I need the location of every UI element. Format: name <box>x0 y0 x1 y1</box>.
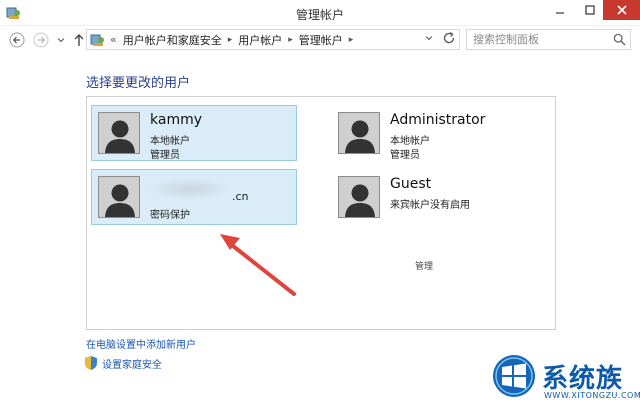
account-tile-kammy[interactable]: kammy 本地帐户 管理员 <box>91 105 297 161</box>
breadcrumb-item[interactable]: 用户帐户和家庭安全 <box>123 32 222 48</box>
window-title: 管理帐户 <box>295 8 344 22</box>
maximize-button[interactable] <box>575 0 605 20</box>
user-avatar-icon <box>338 112 380 154</box>
minimize-button[interactable] <box>545 0 575 20</box>
accounts-panel: kammy 本地帐户 管理员 Administrator 本地帐户 管理员 .c… <box>86 96 556 330</box>
breadcrumb-item[interactable]: 管理帐户 <box>299 32 343 48</box>
family-safety-label: 设置家庭安全 <box>102 359 162 371</box>
navigation-bar: « 用户帐户和家庭安全 ▸ 用户帐户 ▸ 管理帐户 ▸ <box>0 28 640 52</box>
account-type: 本地帐户 <box>150 136 190 147</box>
breadcrumb-chevron-icon[interactable]: ▸ <box>228 35 233 45</box>
watermark-brand: 系统族 <box>542 364 624 394</box>
recent-pages-button[interactable] <box>56 31 66 49</box>
forward-arrow-icon <box>33 32 49 48</box>
account-role: 管理员 <box>390 150 420 161</box>
search-input[interactable] <box>467 30 607 49</box>
maximize-icon <box>585 5 595 15</box>
refresh-button[interactable] <box>441 30 457 46</box>
address-bar[interactable]: « 用户帐户和家庭安全 ▸ 用户帐户 ▸ 管理帐户 ▸ <box>86 29 460 50</box>
watermark-url: WWW.XITONGZU.COM <box>544 391 640 400</box>
address-dropdown-button[interactable] <box>423 29 435 47</box>
user-avatar-icon <box>338 176 380 218</box>
add-user-link[interactable]: 在电脑设置中添加新用户 <box>86 336 196 351</box>
refresh-icon <box>443 31 455 44</box>
account-name: kammy <box>150 112 203 128</box>
account-role: 管理员 <box>150 150 180 161</box>
stray-label: 管理 <box>415 262 434 272</box>
search-box[interactable] <box>466 29 631 50</box>
annotation-arrow-icon <box>220 234 296 296</box>
search-icon[interactable] <box>613 33 626 46</box>
close-button[interactable] <box>603 0 640 20</box>
account-name: Guest <box>390 176 432 192</box>
account-tile-guest[interactable]: Guest 来宾帐户没有启用 <box>331 169 537 225</box>
account-role: 密码保护 <box>150 210 190 221</box>
title-bar: 管理帐户 <box>0 0 640 26</box>
minimize-icon <box>556 12 564 14</box>
user-avatar-icon <box>98 112 140 154</box>
account-type: 本地帐户 <box>390 136 430 147</box>
back-arrow-icon <box>9 32 25 48</box>
shield-icon <box>85 356 97 370</box>
account-role: 来宾帐户没有启用 <box>390 200 470 211</box>
account-email-suffix: .cn <box>232 190 249 203</box>
breadcrumb-item[interactable]: 用户帐户 <box>238 32 282 48</box>
close-icon <box>616 5 627 15</box>
breadcrumb-chevron-icon[interactable]: ▸ <box>288 35 293 45</box>
account-name: Administrator <box>390 112 486 128</box>
chevron-down-icon <box>57 38 65 43</box>
chevron-down-icon <box>425 36 433 41</box>
control-panel-icon <box>90 34 104 46</box>
blurred-account-name <box>148 178 232 200</box>
account-tile-microsoft[interactable]: .cn 密码保护 <box>91 169 297 225</box>
windows-logo-icon <box>493 355 535 397</box>
watermark: 系统族 WWW.XITONGZU.COM <box>492 352 640 406</box>
breadcrumb-overflow[interactable]: « <box>110 33 117 46</box>
family-safety-link[interactable]: 设置家庭安全 <box>84 354 162 372</box>
up-arrow-icon <box>74 34 84 46</box>
forward-button[interactable] <box>32 31 50 49</box>
breadcrumb-chevron-icon[interactable]: ▸ <box>349 35 354 45</box>
page-title: 选择要更改的用户 <box>86 76 191 91</box>
back-button[interactable] <box>8 31 26 49</box>
user-avatar-icon <box>98 176 140 218</box>
account-tile-administrator[interactable]: Administrator 本地帐户 管理员 <box>331 105 537 161</box>
